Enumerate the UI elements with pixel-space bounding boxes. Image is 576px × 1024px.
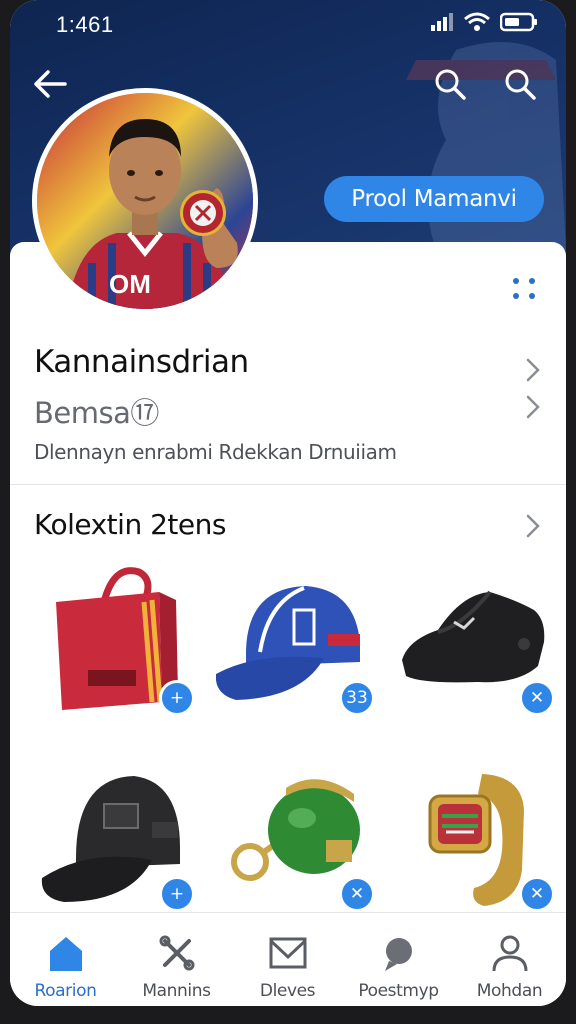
arrow-left-icon <box>34 70 67 98</box>
status-icons <box>430 12 538 32</box>
search-button[interactable] <box>428 62 472 106</box>
chevron-right-icon[interactable] <box>522 393 544 421</box>
chevron-right-icon[interactable] <box>522 512 544 540</box>
nav-item-mannins[interactable]: Mannins <box>121 913 232 1006</box>
profile-description: Dlennayn enrabmi Rdekkan Drnuiiam <box>34 440 397 464</box>
club-badge-icon <box>180 190 226 236</box>
collection-title: Kolextin 2tens <box>34 508 226 541</box>
nav-label: Dleves <box>259 981 316 1001</box>
mail-icon <box>266 931 310 975</box>
signal-icon <box>431 13 453 31</box>
cross-icon <box>155 931 199 975</box>
remove-badge[interactable]: ✕ <box>339 876 375 912</box>
home-icon <box>44 931 88 975</box>
nav-item-mohdan[interactable]: Mohdan <box>454 913 565 1006</box>
remove-badge[interactable]: ✕ <box>519 680 555 716</box>
primary-profile-button[interactable]: Prool Mamanvi <box>324 176 544 222</box>
nav-item-dleves[interactable]: Dleves <box>232 913 343 1006</box>
divider <box>10 484 566 485</box>
add-badge[interactable]: + <box>159 680 195 716</box>
chevron-right-icon[interactable] <box>522 356 544 384</box>
battery-icon <box>500 12 537 32</box>
avatar[interactable]: OM <box>32 88 258 314</box>
status-time: 1:461 <box>56 12 114 37</box>
profile-subtitle: Bemsa⑰ <box>34 396 159 430</box>
phone-screen: 1:461 Prool Mamanvi OM Kannainsdrian Bem… <box>10 0 566 1006</box>
wifi-icon <box>464 12 490 31</box>
profile-name: Kannainsdrian <box>34 344 249 380</box>
bottom-navigation: Roarion Mannins Dleves Poestmyp Mohdan <box>10 912 566 1006</box>
search-icon <box>435 69 466 100</box>
nav-item-home[interactable]: Roarion <box>10 913 121 1006</box>
search-icon <box>505 69 536 100</box>
count-badge[interactable]: 33 <box>339 680 375 716</box>
shoe-icon <box>402 590 545 683</box>
search-button-secondary[interactable] <box>498 62 542 106</box>
more-options-icon[interactable] <box>512 278 538 300</box>
nav-label: Mohdan <box>476 981 543 1001</box>
remove-badge[interactable]: ✕ <box>519 876 555 912</box>
chat-icon <box>377 931 421 975</box>
jersey-text: OM <box>109 269 151 299</box>
add-badge[interactable]: + <box>159 876 195 912</box>
back-button[interactable] <box>28 62 72 106</box>
nav-item-poestmyp[interactable]: Poestmyp <box>343 913 454 1006</box>
nav-label: Poestmyp <box>358 981 439 1001</box>
nav-label: Mannins <box>142 981 211 1001</box>
person-icon <box>488 931 532 975</box>
nav-label: Roarion <box>34 981 97 1001</box>
